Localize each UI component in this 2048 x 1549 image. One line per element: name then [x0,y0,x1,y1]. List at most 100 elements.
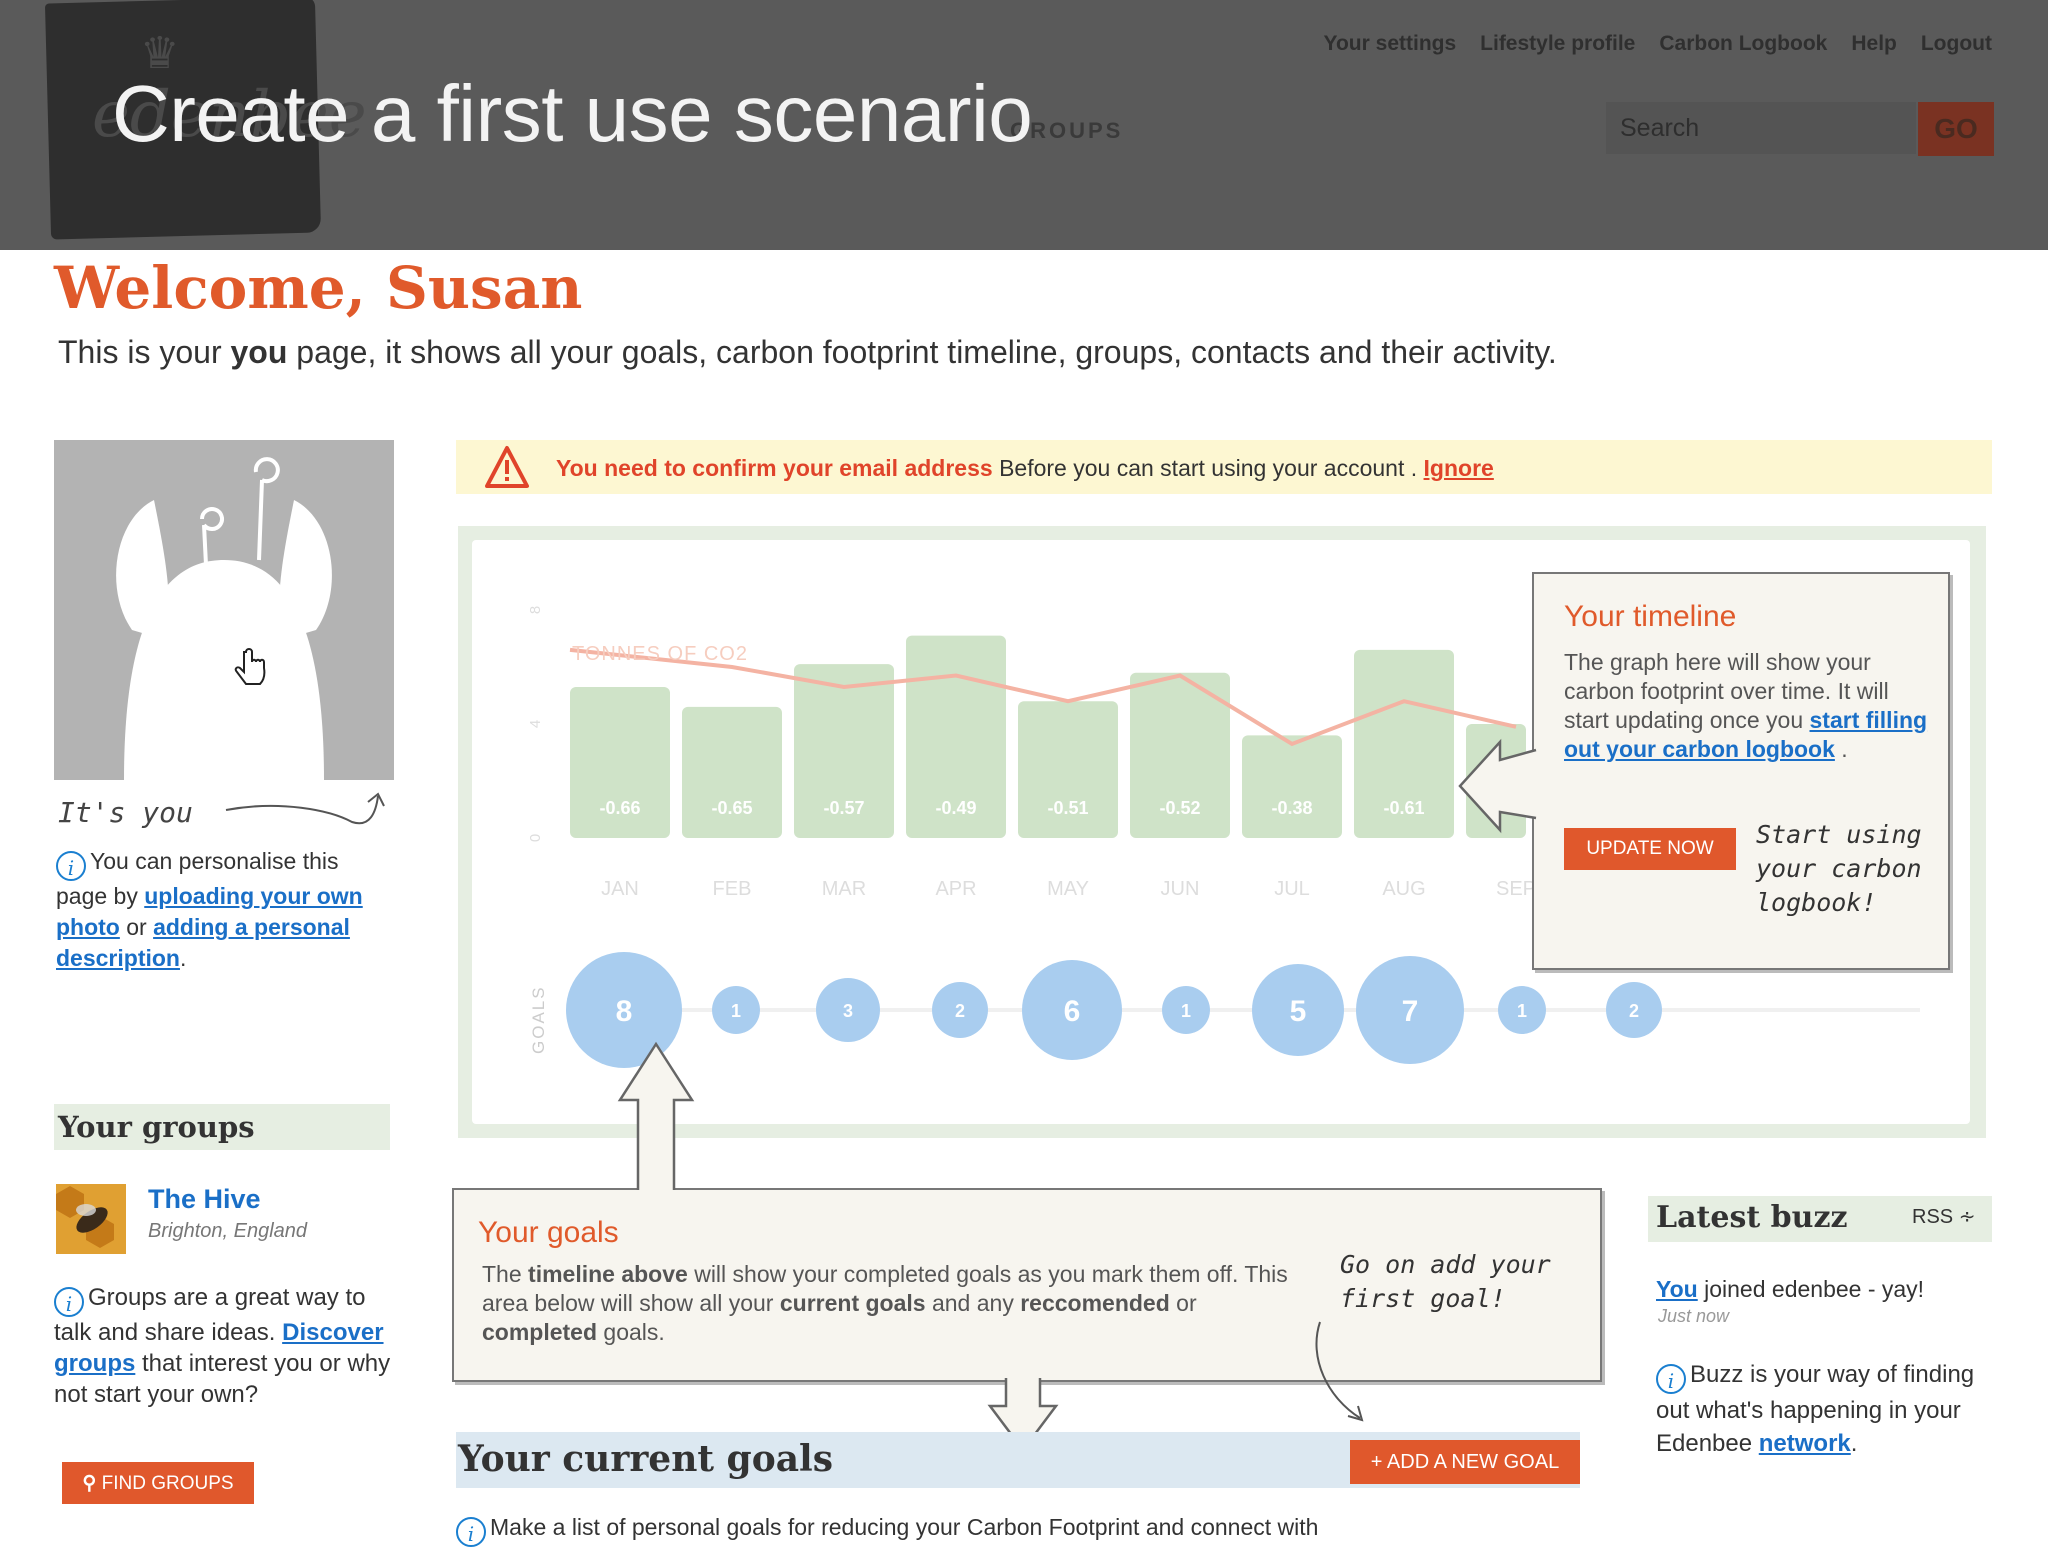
buzz-item: You joined edenbee - yay! [1656,1276,1924,1303]
goal-count: 1 [1181,1001,1191,1021]
alert-message: You need to confirm your email address B… [556,455,1494,482]
avatar[interactable] [54,440,394,780]
goals-axis-label: GOALS [529,985,548,1054]
group-thumbnail[interactable] [56,1184,126,1254]
link-help[interactable]: Help [1851,32,1897,56]
buzz-item-text: joined edenbee - yay! [1697,1276,1925,1302]
rss-link[interactable]: RSS ∻ [1912,1204,1975,1229]
update-now-button[interactable]: UPDATE NOW [1564,828,1736,870]
timeline-callout-body: The graph here will show your carbon foo… [1564,648,1934,764]
slide-title: Create a first use scenario [112,69,1033,158]
chart-y-tick: 8 [527,606,544,614]
link-lifestyle-profile[interactable]: Lifestyle profile [1480,32,1635,56]
buzz-timestamp: Just now [1658,1306,1730,1326]
personalise-hint: i You can personalise this page by upload… [56,846,396,974]
goal-count: 6 [1064,995,1081,1028]
gc-text-4: or [1169,1290,1197,1316]
rss-icon: ∻ [1958,1206,1976,1228]
gc-bold-3: reccomended [1020,1290,1170,1316]
curved-arrow-icon [225,792,385,825]
search-go-button[interactable]: GO [1918,102,1994,156]
info-icon: i [456,1517,486,1547]
bee-avatar-illustration [116,457,332,780]
chart-value-label: -0.51 [1047,798,1088,818]
info-icon: i [54,1287,84,1317]
avatar-caption: It's you [58,796,193,829]
bee-photo-icon [56,1184,126,1254]
chart-value-label: -0.65 [711,798,752,818]
timeline-hand-note: Start using your carbon logbook! [1756,820,1922,917]
carbon-chart: TONNES OF CO2 0 4 8 JAN FEB MAR APR MAY JUN JUL A… [527,606,1536,900]
chart-x-label: APR [935,878,976,900]
goal-count: 7 [1402,995,1419,1028]
rss-label: RSS [1912,1206,1954,1228]
chart-value-label: -0.66 [599,798,640,818]
top-links: Your settings Lifestyle profile Carbon L… [1324,32,1992,56]
chart-y-tick: 0 [527,834,544,842]
current-goals-title: Your current goals [458,1438,833,1480]
buzz-user-link[interactable]: You [1656,1276,1698,1302]
search-input[interactable] [1606,102,1916,154]
current-goals-hint: i Make a list of personal goals for reduc… [456,1514,1318,1547]
add-goal-button[interactable]: + ADD A NEW GOAL [1350,1440,1580,1484]
gc-text-5: goals. [597,1319,665,1345]
search-icon: ⚲ [82,1472,97,1494]
info-icon: i [1656,1364,1686,1394]
chart-value-label: -0.57 [823,798,864,818]
hand-arrow-icon [1315,1321,1364,1422]
chart-x-label: MAY [1047,878,1089,900]
intro-prefix: This is your [58,334,231,370]
gc-bold-2: current goals [779,1290,926,1316]
goal-count: 8 [616,995,633,1028]
chart-x-label: JUL [1274,878,1310,900]
current-goals-text: Make a list of personal goals for reduci… [490,1514,1319,1540]
gc-text-1: The [482,1261,529,1287]
goal-count: 3 [843,1001,853,1021]
ignore-link[interactable]: Ignore [1424,455,1494,481]
alert-body: Before you can start using your account … [992,455,1424,481]
chart-y-tick: 4 [527,720,544,728]
callout-arrow-left-icon [1458,738,1537,834]
goal-count: 1 [1517,1001,1527,1021]
link-your-settings[interactable]: Your settings [1324,32,1457,56]
timeline-callout-end: . [1834,736,1848,762]
page-intro: This is your you page, it shows all your… [58,334,1557,371]
goal-count: 5 [1290,995,1307,1028]
chart-x-label: SEP [1496,878,1536,900]
group-location: Brighton, England [148,1220,308,1242]
gc-bold-4: completed [482,1319,598,1345]
callout-arrow-up-icon [617,1041,695,1190]
buzz-title: Latest buzz [1656,1200,1848,1235]
timeline-callout-title: Your timeline [1564,600,1737,633]
chart-ylabel: TONNES OF CO2 [572,643,748,665]
group-name-link[interactable]: The Hive [148,1184,261,1215]
network-link[interactable]: network [1759,1430,1851,1457]
chart-x-label: JAN [601,878,639,900]
find-groups-button[interactable]: ⚲ FIND GROUPS [62,1462,254,1504]
chart-value-label: -0.52 [1159,798,1200,818]
goal-count: 1 [731,1001,741,1021]
goals-callout-body: The timeline above will show your comple… [482,1260,1302,1347]
warning-icon [485,446,529,488]
intro-bold: you [230,334,288,370]
goal-count: 2 [1629,1001,1639,1021]
chart-value-label: -0.38 [1271,798,1312,818]
link-carbon-logbook[interactable]: Carbon Logbook [1659,32,1827,56]
hand-cursor-icon [234,648,266,685]
intro-suffix: page, it shows all your goals, carbon fo… [287,334,1557,370]
gc-text-3: and any [925,1290,1021,1316]
gc-bold-1: timeline above [528,1261,688,1287]
groups-title: Your groups [58,1110,255,1144]
goals-callout-title: Your goals [478,1216,619,1249]
alert-strong: You need to confirm your email address [556,455,993,481]
chart-x-label: FEB [713,878,752,900]
info-icon: i [56,851,86,881]
chart-x-label: MAR [822,878,866,900]
buzz-hint: i Buzz is your way of finding out what's … [1656,1358,1996,1460]
goals-hand-note: Go on add your first goal! [1340,1250,1551,1313]
link-logout[interactable]: Logout [1921,32,1992,56]
goal-count: 2 [955,1001,965,1021]
chart-x-label: AUG [1382,878,1425,900]
find-groups-label: FIND GROUPS [101,1472,234,1494]
chart-x-label: JUN [1161,878,1200,900]
